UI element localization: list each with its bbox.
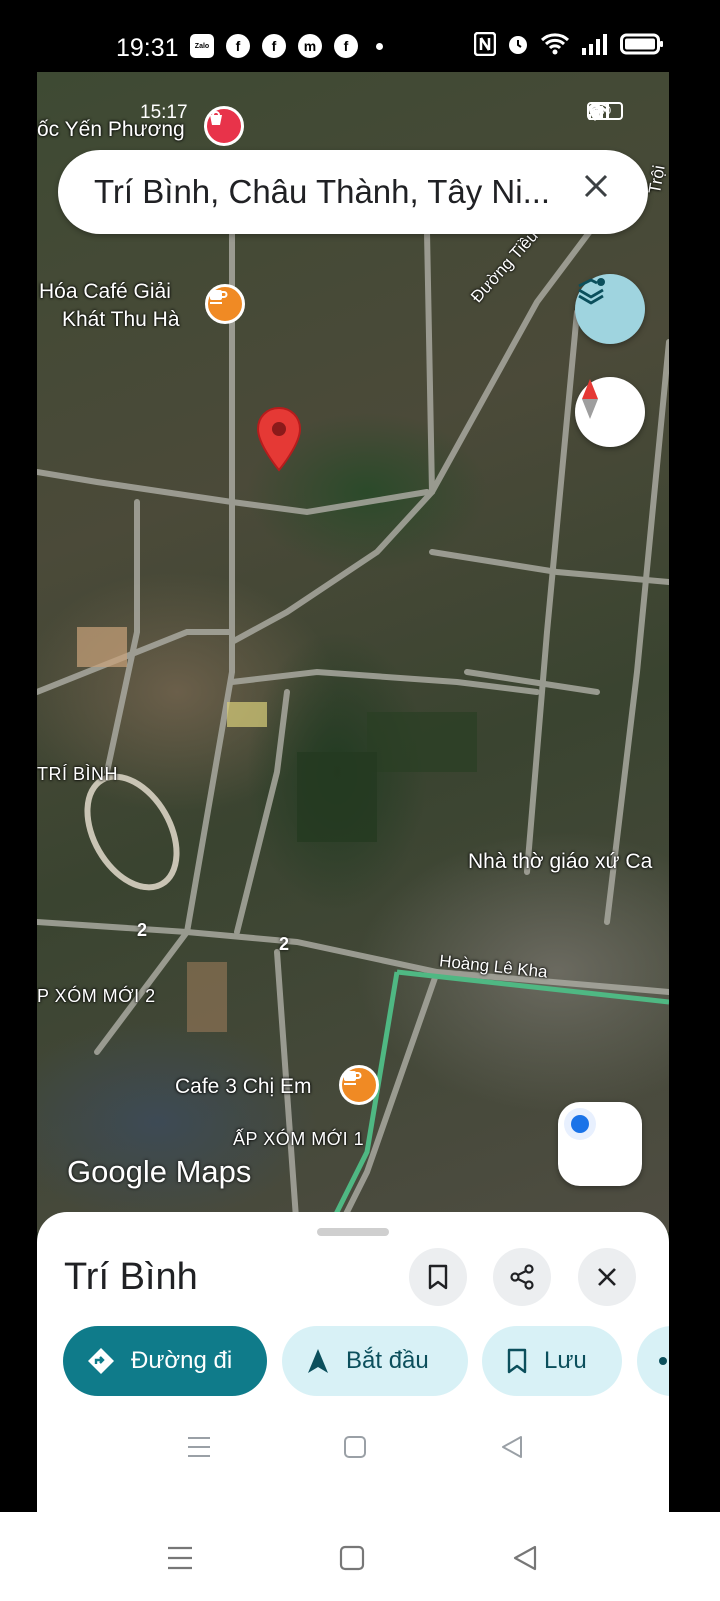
system-icons (474, 32, 664, 56)
location-pin-icon[interactable] (255, 406, 303, 472)
back-triangle-icon (513, 1545, 537, 1571)
start-label: Bắt đầu (346, 1347, 429, 1374)
menu-nav-button[interactable] (160, 1538, 200, 1578)
square-icon (339, 1545, 365, 1571)
sheet-drag-handle[interactable] (317, 1228, 389, 1236)
close-sheet-button[interactable] (578, 1248, 636, 1306)
more-actions-button[interactable] (637, 1326, 669, 1396)
map-view[interactable]: 15:17 VoLTE 90 ốc Yến Phương Hóa Café Gi… (37, 72, 669, 1232)
bookmark-icon (428, 1264, 448, 1290)
route-2-label: 2 (279, 934, 290, 954)
place-bottom-sheet[interactable]: Trí Bình Đường đi Bắt đầu Lưu (37, 1212, 669, 1512)
facebook-icon: f (334, 34, 358, 58)
map-label-xom-moi-2[interactable]: P XÓM MỚI 2 (37, 986, 156, 1007)
notification-icons: Zalo f f m f (190, 34, 383, 58)
watermark-maps: Maps (175, 1154, 252, 1189)
map-label-nha-tho[interactable]: Nhà thờ giáo xứ Ca (468, 850, 652, 874)
share-icon (510, 1264, 534, 1290)
place-title: Trí Bình (64, 1256, 198, 1298)
google-maps-watermark: Google Maps (67, 1154, 251, 1190)
map-label-yen-phuong[interactable]: ốc Yến Phương (37, 118, 185, 142)
save-button[interactable]: Lưu (482, 1326, 622, 1396)
map-roads (37, 219, 669, 1232)
alarm-icon (509, 36, 527, 54)
battery-icon: 90 (587, 102, 623, 120)
close-icon (584, 174, 608, 198)
home-nav-button[interactable] (335, 1427, 375, 1467)
square-icon (344, 1436, 366, 1458)
clear-search-button[interactable] (582, 172, 622, 212)
cafe-icon[interactable] (339, 1065, 379, 1105)
route-2-label: 2 (137, 920, 148, 940)
inner-nav-bar (37, 1427, 669, 1487)
compass-button[interactable] (575, 377, 645, 447)
map-label-tri-binh[interactable]: TRÍ BÌNH (37, 764, 118, 785)
maps-screenshot: 15:17 VoLTE 90 ốc Yến Phương Hóa Café Gi… (37, 72, 669, 1512)
search-bar[interactable]: Trí Bình, Châu Thành, Tây Ni... (58, 150, 648, 234)
start-navigation-button[interactable]: Bắt đầu (282, 1326, 468, 1396)
poi-shop-icon[interactable] (204, 106, 244, 146)
navigation-arrow-icon (306, 1347, 330, 1375)
map-label-cafe-giai-khat-1[interactable]: Hóa Café Giải (39, 280, 171, 304)
facebook-icon: f (226, 34, 250, 58)
action-chips: Đường đi Bắt đầu Lưu (63, 1326, 669, 1398)
phone-status-bar: 19:31 Zalo f f m f (0, 0, 720, 74)
search-query[interactable]: Trí Bình, Châu Thành, Tây Ni... (94, 173, 550, 211)
directions-button[interactable]: Đường đi (63, 1326, 267, 1396)
compass-icon (582, 379, 598, 419)
save-place-button[interactable] (409, 1248, 467, 1306)
messenger-icon: m (298, 34, 322, 58)
zalo-icon: Zalo (190, 34, 214, 58)
menu-nav-button[interactable] (179, 1427, 219, 1467)
map-label-xom-moi-1[interactable]: ẤP XÓM MỚI 1 (233, 1129, 364, 1150)
back-nav-button[interactable] (505, 1538, 545, 1578)
facebook-icon: f (262, 34, 286, 58)
cafe-icon[interactable] (205, 284, 245, 324)
bookmark-icon (506, 1348, 528, 1374)
battery-level: 90 (598, 105, 612, 117)
more-notifications-icon (376, 42, 383, 50)
layers-button[interactable] (575, 274, 645, 344)
phone-nav-bar (0, 1512, 720, 1601)
share-button[interactable] (493, 1248, 551, 1306)
inner-system-icons: VoLTE 90 (587, 102, 623, 122)
watermark-google: Google (67, 1154, 167, 1189)
map-label-troi: Trội (645, 163, 669, 196)
home-nav-button[interactable] (332, 1538, 372, 1578)
battery-icon (620, 33, 663, 55)
map-label-cafe-giai-khat-2[interactable]: Khát Thu Hà (62, 308, 180, 332)
map-label-cafe-3-chi-em[interactable]: Cafe 3 Chị Em (175, 1075, 312, 1099)
save-label: Lưu (544, 1347, 587, 1374)
directions-icon (87, 1347, 115, 1375)
back-triangle-icon (502, 1436, 522, 1458)
status-time: 19:31 (116, 34, 179, 62)
my-location-icon (564, 1108, 596, 1140)
menu-icon (168, 1546, 192, 1570)
back-nav-button[interactable] (492, 1427, 532, 1467)
signal-icon (582, 34, 607, 55)
my-location-button[interactable] (558, 1102, 642, 1186)
nfc-icon (474, 32, 496, 56)
menu-icon (188, 1437, 210, 1457)
more-icon (657, 1355, 669, 1367)
layers-icon (578, 278, 605, 305)
close-icon (598, 1268, 616, 1286)
directions-label: Đường đi (131, 1347, 233, 1374)
wifi-icon (540, 33, 570, 55)
